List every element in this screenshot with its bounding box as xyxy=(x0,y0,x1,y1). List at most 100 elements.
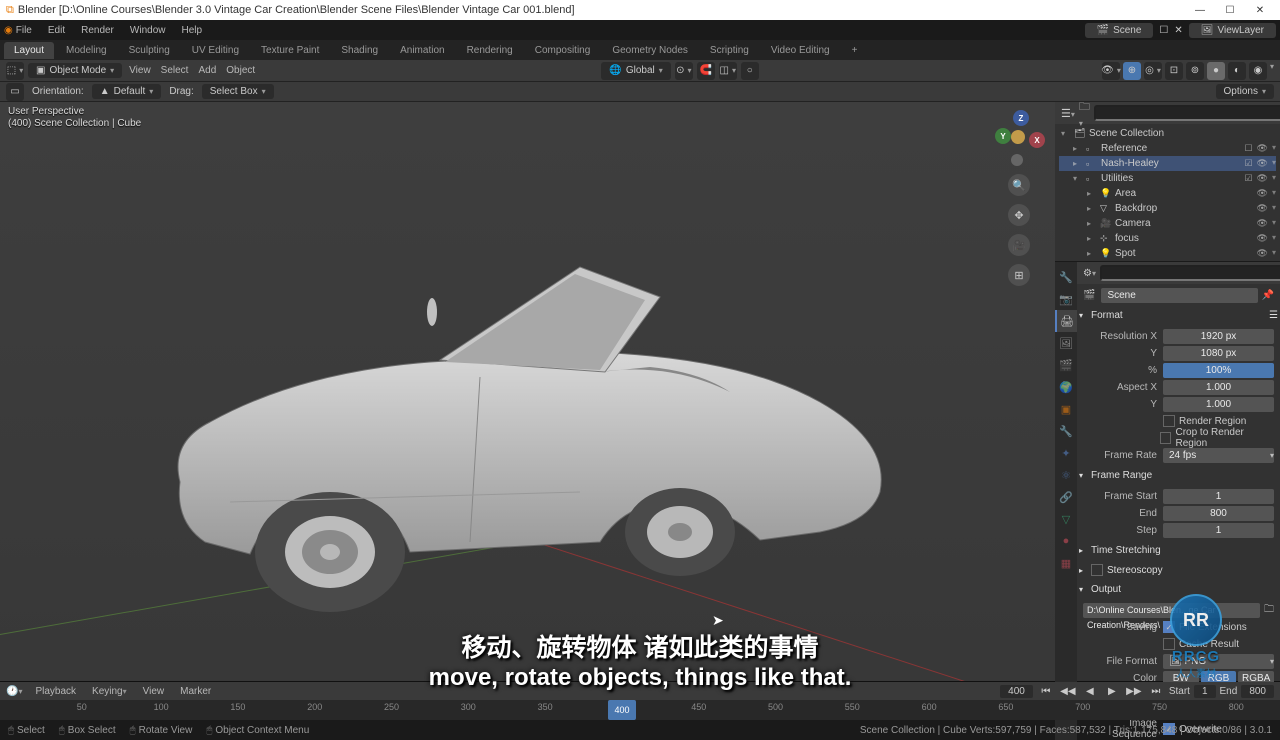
tab-rendering[interactable]: Rendering xyxy=(457,42,523,59)
prev-key-button[interactable]: ◀◀ xyxy=(1059,683,1077,699)
minimize-button[interactable]: — xyxy=(1186,1,1214,19)
tool-select[interactable]: ▭ xyxy=(6,83,24,101)
outliner-type-icon[interactable]: ☰▾ xyxy=(1061,107,1075,120)
current-frame-field[interactable]: 400 xyxy=(1000,685,1033,698)
move-view-button[interactable]: ✥ xyxy=(1008,204,1030,226)
object-menu[interactable]: Object xyxy=(223,63,258,78)
tab-texturepaint[interactable]: Texture Paint xyxy=(251,42,329,59)
scene-selector[interactable]: 🎬 Scene xyxy=(1085,23,1154,38)
prop-tab-tool[interactable]: 🔧 xyxy=(1055,266,1077,288)
outliner-item-backdrop[interactable]: ▸▽ Backdrop 👁▾ xyxy=(1059,201,1276,216)
prop-tab-modifier[interactable]: 🔧 xyxy=(1055,420,1077,442)
aspect-x-field[interactable]: 1.000 xyxy=(1163,380,1274,395)
resolution-x-field[interactable]: 1920 px xyxy=(1163,329,1274,344)
tl-end-field[interactable]: 800 xyxy=(1241,685,1274,698)
overlay-button[interactable]: ◎▾ xyxy=(1144,62,1162,80)
snap-options[interactable]: ◫▾ xyxy=(719,62,737,80)
scene-delete-button[interactable]: ✕ xyxy=(1174,25,1182,36)
prop-tab-object[interactable]: ▣ xyxy=(1055,398,1077,420)
outliner-item-camera[interactable]: ▸🎥 Camera 👁▾ xyxy=(1059,216,1276,231)
snap-button[interactable]: 🧲 xyxy=(697,62,715,80)
frame-start-field[interactable]: 1 xyxy=(1163,489,1274,504)
prop-tab-output[interactable]: 🖨 xyxy=(1055,310,1077,332)
resolution-pct-field[interactable]: 100% xyxy=(1163,363,1274,378)
outliner-search-input[interactable] xyxy=(1094,105,1280,121)
tab-compositing[interactable]: Compositing xyxy=(525,42,601,59)
drag-dropdown[interactable]: Select Box▾ xyxy=(202,84,274,99)
renderregion-checkbox[interactable] xyxy=(1163,415,1175,427)
visibility-button[interactable]: 👁▾ xyxy=(1102,62,1120,80)
scene-name-field[interactable]: Scene xyxy=(1101,288,1257,303)
timeline-track[interactable]: 50 100 150 200 250 300 350 400 450 500 5… xyxy=(0,700,1280,720)
add-menu[interactable]: Add xyxy=(195,63,219,78)
axis-y[interactable]: Y xyxy=(995,128,1011,144)
view-menu[interactable]: View xyxy=(126,63,154,78)
menu-help[interactable]: Help xyxy=(178,23,205,38)
outliner-item-reference[interactable]: ▸▫ Reference ☐👁▾ xyxy=(1059,141,1276,156)
tl-start-field[interactable]: 1 xyxy=(1194,685,1216,698)
prop-tab-material[interactable]: ● xyxy=(1055,530,1077,552)
outliner-item-utilities[interactable]: ▾▫ Utilities ☑👁▾ xyxy=(1059,171,1276,186)
timeline-playhead[interactable]: 400 xyxy=(608,700,636,720)
tab-sculpting[interactable]: Sculpting xyxy=(119,42,180,59)
prop-tab-texture[interactable]: ▦ xyxy=(1055,552,1077,574)
prop-tab-physics[interactable]: ⚛ xyxy=(1055,464,1077,486)
shading-matprev[interactable]: ◐ xyxy=(1228,62,1246,80)
orientation-dropdown[interactable]: 🌐 Global▾ xyxy=(601,62,670,80)
outliner-item-spot[interactable]: ▸💡 Spot 👁▾ xyxy=(1059,246,1276,261)
scene-new-button[interactable]: ☐ xyxy=(1159,25,1168,36)
transform-orientation-dropdown[interactable]: ▲ Default▾ xyxy=(92,84,162,99)
viewlayer-selector[interactable]: 🖼 ViewLayer xyxy=(1189,23,1276,38)
panel-stereo-header[interactable]: ▸Stereoscopy xyxy=(1077,560,1280,580)
axis-widget[interactable]: Y X Z xyxy=(991,110,1047,166)
tab-layout[interactable]: Layout xyxy=(4,42,54,59)
axis-neg[interactable] xyxy=(1011,154,1023,166)
proportional-edit[interactable]: ○ xyxy=(741,62,759,80)
outliner-display-icon[interactable]: 🗀▾ xyxy=(1079,98,1090,129)
folder-icon[interactable]: 🗀 xyxy=(1264,602,1274,619)
tl-playback-menu[interactable]: Playback xyxy=(32,684,79,699)
frame-step-field[interactable]: 1 xyxy=(1163,523,1274,538)
play-reverse-button[interactable]: ◀ xyxy=(1081,683,1099,699)
jump-start-button[interactable]: ⏮ xyxy=(1037,683,1055,699)
gizmo-button[interactable]: ⊕ xyxy=(1123,62,1141,80)
editor-type-button[interactable]: ⬚▾ xyxy=(6,62,24,80)
tab-videoediting[interactable]: Video Editing xyxy=(761,42,840,59)
outliner-item-area[interactable]: ▸💡 Area 👁▾ xyxy=(1059,186,1276,201)
menu-edit[interactable]: Edit xyxy=(45,23,68,38)
prop-tab-constraint[interactable]: 🔗 xyxy=(1055,486,1077,508)
menu-render[interactable]: Render xyxy=(78,23,117,38)
outliner-item-nashhealey[interactable]: ▸▫ Nash-Healey ☑👁▾ xyxy=(1059,156,1276,171)
perspective-button[interactable]: ⊞ xyxy=(1008,264,1030,286)
shading-rendered[interactable]: ◉ xyxy=(1249,62,1267,80)
shading-wire[interactable]: ⊚ xyxy=(1186,62,1204,80)
tab-uvediting[interactable]: UV Editing xyxy=(182,42,249,59)
resolution-y-field[interactable]: 1080 px xyxy=(1163,346,1274,361)
prop-tab-particle[interactable]: ✦ xyxy=(1055,442,1077,464)
tab-shading[interactable]: Shading xyxy=(331,42,388,59)
axis-z[interactable]: Z xyxy=(1013,110,1029,126)
framerate-dropdown[interactable]: 24 fps▾ xyxy=(1163,448,1274,463)
properties-search-input[interactable] xyxy=(1100,265,1280,281)
shading-options[interactable]: ▾ xyxy=(1270,62,1274,80)
select-menu[interactable]: Select xyxy=(158,63,192,78)
axis-x[interactable]: X xyxy=(1029,132,1045,148)
maximize-button[interactable]: ☐ xyxy=(1216,1,1244,19)
prop-tab-data[interactable]: ▽ xyxy=(1055,508,1077,530)
jump-end-button[interactable]: ⏭ xyxy=(1147,683,1165,699)
tl-keying-menu[interactable]: Keying▾ xyxy=(89,684,130,699)
pivot-button[interactable]: ⊙▾ xyxy=(675,62,693,80)
xray-button[interactable]: ⊡ xyxy=(1165,62,1183,80)
tl-view-menu[interactable]: View xyxy=(140,684,168,699)
prop-tab-viewlayer[interactable]: 🖼 xyxy=(1055,332,1077,354)
play-button[interactable]: ▶ xyxy=(1103,683,1121,699)
outliner-root[interactable]: ▾🗂 Scene Collection xyxy=(1059,126,1276,141)
shading-solid[interactable]: ● xyxy=(1207,62,1225,80)
menu-window[interactable]: Window xyxy=(127,23,169,38)
prop-tab-world[interactable]: 🌍 xyxy=(1055,376,1077,398)
camera-view-button[interactable]: 🎥 xyxy=(1008,234,1030,256)
tab-modeling[interactable]: Modeling xyxy=(56,42,117,59)
panel-timestretch-header[interactable]: ▸Time Stretching xyxy=(1077,541,1280,560)
croprender-checkbox[interactable] xyxy=(1160,432,1172,444)
options-dropdown[interactable]: Options▾ xyxy=(1216,84,1274,99)
